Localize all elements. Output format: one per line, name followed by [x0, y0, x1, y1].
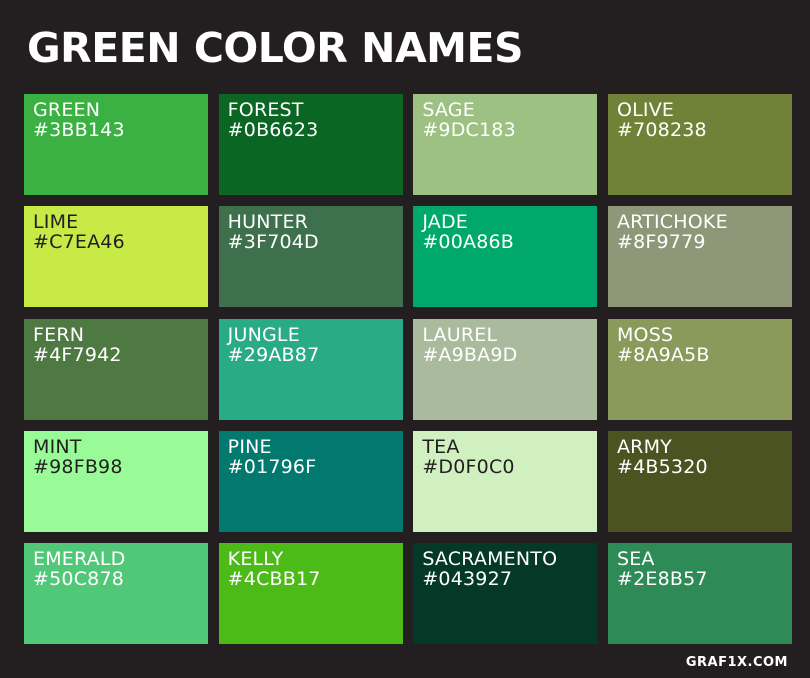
swatch-name: TEA — [422, 435, 460, 458]
swatch-name: SACRAMENTO — [422, 548, 558, 570]
swatch-name: FERN — [33, 323, 85, 346]
swatch-hex: #A9BA9D — [422, 343, 518, 366]
swatch-hex: #4F7942 — [33, 343, 122, 366]
swatch-name: JADE — [422, 211, 469, 234]
swatch-name: GREEN — [33, 99, 101, 121]
color-swatch-pine: PINE #01796F — [218, 430, 403, 532]
swatch-name: PINE — [227, 435, 272, 458]
swatch-hex: #D0F0C0 — [422, 455, 515, 478]
color-swatch-laurel: LAUREL #A9BA9D — [413, 318, 598, 420]
swatch-name: OLIVE — [616, 99, 675, 121]
swatch-name: HUNTER — [227, 211, 309, 234]
swatch-name: FOREST — [227, 99, 304, 121]
swatch-name: SAGE — [422, 99, 475, 121]
color-swatch-jade: JADE #00A86B — [413, 206, 598, 308]
swatch-hex: #4B5320 — [616, 455, 708, 478]
swatch-hex: #8F9779 — [616, 231, 706, 254]
swatch-hex: #29AB87 — [227, 343, 320, 366]
swatch-hex: #708238 — [616, 119, 707, 141]
swatch-hex: #3BB143 — [33, 119, 125, 141]
swatch-name: MINT — [33, 435, 82, 458]
swatch-name: EMERALD — [33, 548, 126, 570]
color-swatch-olive: OLIVE #708238 — [607, 94, 792, 195]
swatch-name: ARTICHOKE — [616, 211, 728, 234]
swatch-name: SEA — [616, 548, 655, 570]
swatch-hex: #98FB98 — [33, 455, 123, 478]
swatch-name: KELLY — [227, 548, 284, 570]
page-title: GREEN COLOR NAMES — [27, 24, 524, 72]
color-swatch-fern: FERN #4F7942 — [24, 318, 208, 420]
swatch-name: ARMY — [616, 435, 672, 458]
color-swatch-grid: GREEN #3BB143 FOREST #0B6623 SAGE #9DC183 OLIV… — [24, 94, 792, 644]
color-swatch-hunter: HUNTER #3F704D — [218, 206, 403, 308]
swatch-hex: #C7EA46 — [33, 231, 125, 254]
color-swatch-army: ARMY #4B5320 — [607, 430, 792, 532]
swatch-hex: #50C878 — [33, 568, 125, 590]
swatch-hex: #043927 — [422, 568, 513, 590]
color-swatch-jungle: JUNGLE #29AB87 — [218, 318, 403, 420]
color-swatch-sage: SAGE #9DC183 — [413, 94, 598, 195]
swatch-hex: #0B6623 — [227, 119, 319, 141]
swatch-hex: #4CBB17 — [227, 568, 321, 590]
color-swatch-mint: MINT #98FB98 — [24, 430, 208, 532]
swatch-hex: #9DC183 — [422, 119, 516, 141]
color-swatch-emerald: EMERALD #50C878 — [24, 543, 208, 644]
site-credit: GRAF1X.COM — [685, 655, 788, 670]
color-swatch-artichoke: ARTICHOKE #8F9779 — [607, 206, 792, 308]
color-swatch-sea: SEA #2E8B57 — [607, 543, 792, 644]
color-swatch-forest: FOREST #0B6623 — [218, 94, 403, 195]
color-swatch-moss: MOSS #8A9A5B — [607, 318, 792, 420]
swatch-name: LAUREL — [422, 323, 498, 346]
swatch-name: LIME — [33, 211, 79, 234]
swatch-name: MOSS — [616, 323, 674, 346]
swatch-hex: #3F704D — [227, 231, 319, 254]
color-swatch-sacramento: SACRAMENTO #043927 — [413, 543, 598, 644]
swatch-hex: #2E8B57 — [616, 568, 708, 590]
swatch-hex: #00A86B — [422, 231, 515, 254]
color-swatch-tea: TEA #D0F0C0 — [413, 430, 598, 532]
color-swatch-kelly: KELLY #4CBB17 — [218, 543, 403, 644]
swatch-hex: #01796F — [227, 455, 317, 478]
color-swatch-lime: LIME #C7EA46 — [24, 206, 208, 308]
swatch-name: JUNGLE — [227, 323, 300, 346]
swatch-hex: #8A9A5B — [616, 343, 710, 366]
color-swatch-green: GREEN #3BB143 — [24, 94, 208, 195]
